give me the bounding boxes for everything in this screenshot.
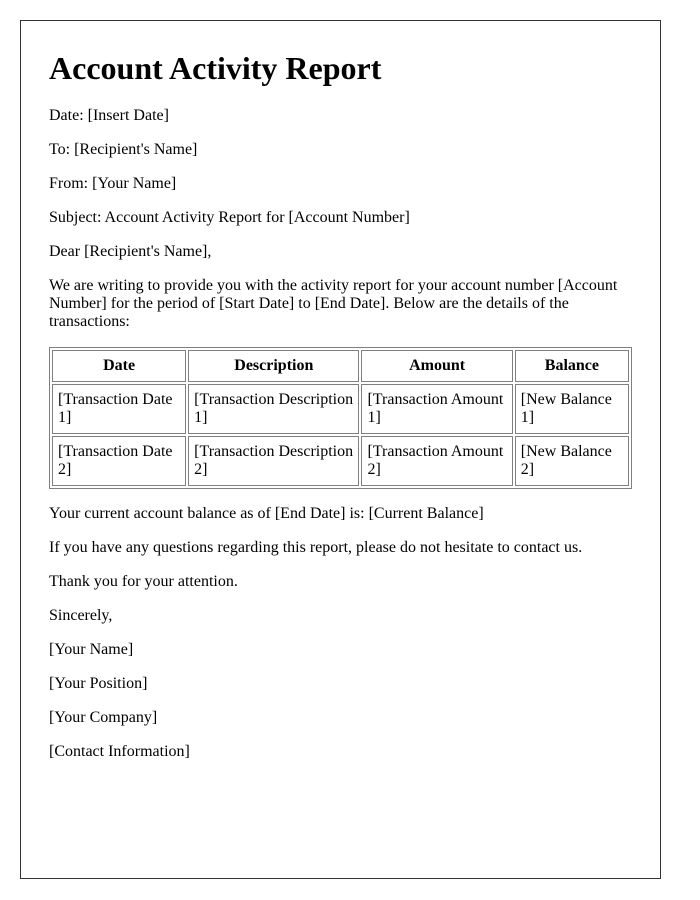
transactions-table: Date Description Amount Balance [Transac… bbox=[49, 347, 632, 489]
cell-amount: [Transaction Amount 2] bbox=[361, 436, 513, 486]
cell-amount: [Transaction Amount 1] bbox=[361, 384, 513, 434]
signature-company: [Your Company] bbox=[49, 709, 158, 726]
date-line: Date: [Insert Date] bbox=[49, 107, 169, 124]
cell-date: [Transaction Date 1] bbox=[52, 384, 187, 434]
from-line: From: [Your Name] bbox=[49, 175, 177, 192]
column-header-date: Date bbox=[52, 350, 187, 382]
signature-position: [Your Position] bbox=[49, 675, 148, 692]
to-line: To: [Recipient's Name] bbox=[49, 141, 198, 158]
cell-description: [Transaction Description 2] bbox=[188, 436, 360, 486]
closing: Sincerely, bbox=[49, 607, 113, 624]
column-header-balance: Balance bbox=[514, 350, 629, 382]
cell-description: [Transaction Description 1] bbox=[188, 384, 360, 434]
salutation: Dear [Recipient's Name], bbox=[49, 243, 212, 260]
cell-balance: [New Balance 1] bbox=[514, 384, 629, 434]
letter-page: Account Activity Report Date: [Insert Da… bbox=[20, 20, 661, 879]
table-row: [Transaction Date 1] [Transaction Descri… bbox=[52, 384, 629, 434]
cell-balance: [New Balance 2] bbox=[514, 436, 629, 486]
intro-paragraph: We are writing to provide you with the a… bbox=[49, 277, 618, 330]
balance-line: Your current account balance as of [End … bbox=[49, 505, 484, 522]
signature-name: [Your Name] bbox=[49, 641, 134, 658]
signature-contact: [Contact Information] bbox=[49, 743, 190, 760]
cell-date: [Transaction Date 2] bbox=[52, 436, 187, 486]
table-header-row: Date Description Amount Balance bbox=[52, 350, 629, 382]
subject-line: Subject: Account Activity Report for [Ac… bbox=[49, 209, 410, 226]
column-header-description: Description bbox=[188, 350, 360, 382]
thanks-line: Thank you for your attention. bbox=[49, 573, 238, 590]
questions-line: If you have any questions regarding this… bbox=[49, 539, 583, 556]
table-row: [Transaction Date 2] [Transaction Descri… bbox=[52, 436, 629, 486]
column-header-amount: Amount bbox=[361, 350, 513, 382]
page-title: Account Activity Report bbox=[49, 50, 382, 86]
